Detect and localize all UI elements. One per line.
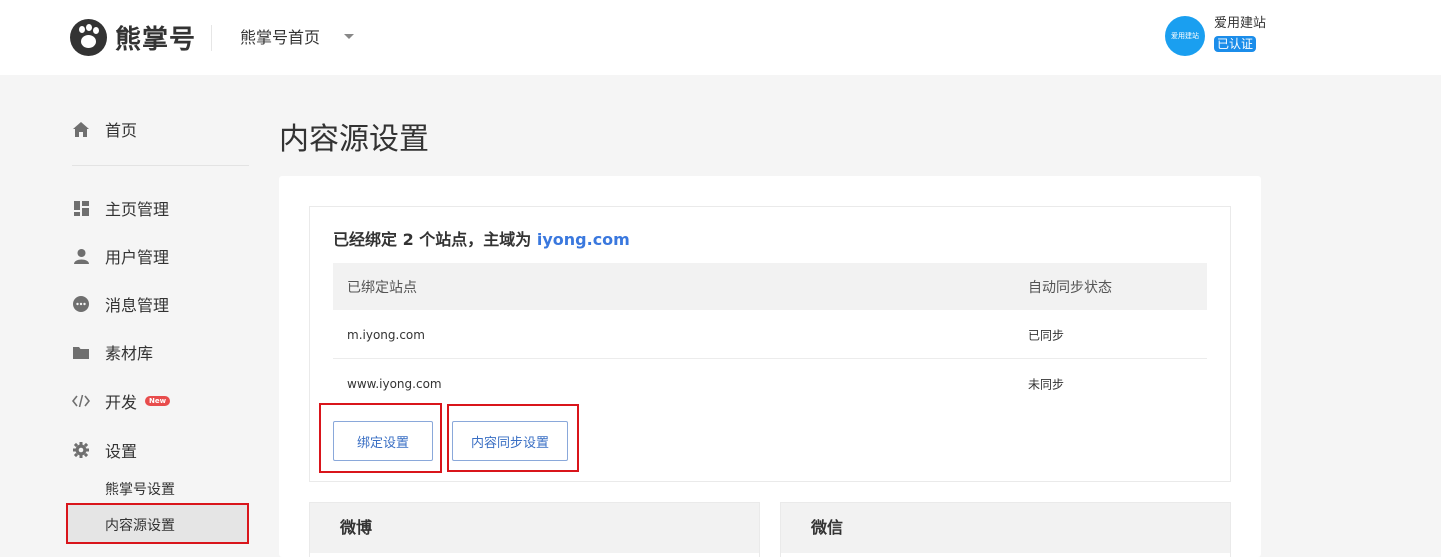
- table-header: 已绑定站点 自动同步状态: [333, 263, 1207, 310]
- highlight-box: [447, 404, 579, 472]
- logo[interactable]: 熊掌号: [70, 18, 196, 56]
- column-header-site: 已绑定站点: [347, 279, 417, 296]
- weibo-card-title: 微博: [310, 503, 759, 553]
- chevron-down-icon: [344, 33, 355, 39]
- user-profile[interactable]: 爱用建站 爱用建站 已认证: [1165, 16, 1266, 56]
- table-row: m.iyong.com 已同步: [333, 311, 1207, 359]
- chat-icon: [72, 295, 90, 313]
- highlight-box: [319, 403, 442, 473]
- paw-logo-icon: [70, 18, 107, 56]
- wechat-card: 微信: [780, 502, 1231, 557]
- sidebar-item-label: 用户管理: [105, 248, 170, 267]
- verified-badge: 已认证: [1214, 36, 1257, 52]
- folder-icon: [72, 343, 90, 361]
- sidebar-subitem-xiongzhang-settings[interactable]: 熊掌号设置: [105, 479, 175, 499]
- sync-status: 已同步: [1028, 328, 1065, 342]
- weibo-card: 微博: [309, 502, 760, 557]
- sidebar-item-messages[interactable]: 消息管理: [72, 292, 169, 316]
- gear-icon: [72, 441, 90, 459]
- sidebar-item-settings[interactable]: 设置: [72, 438, 137, 462]
- sidebar-item-develop[interactable]: 开发 New: [72, 389, 171, 413]
- sidebar-item-users[interactable]: 用户管理: [72, 244, 169, 268]
- table-row: www.iyong.com 未同步: [333, 360, 1207, 408]
- wechat-card-title: 微信: [781, 503, 1230, 553]
- page-title: 内容源设置: [279, 122, 429, 157]
- sidebar-item-homepage-manage[interactable]: 主页管理: [72, 196, 169, 220]
- sidebar-item-label: 素材库: [105, 344, 154, 363]
- sidebar-item-label: 消息管理: [105, 296, 170, 315]
- sidebar-item-label: 首页: [105, 121, 138, 140]
- header-divider: [211, 25, 212, 51]
- site-domain: www.iyong.com: [347, 377, 442, 391]
- sync-status: 未同步: [1028, 377, 1065, 392]
- sidebar-divider: [72, 165, 249, 166]
- code-icon: [72, 392, 90, 410]
- sidebar-item-label: 设置: [105, 442, 138, 461]
- logo-text: 熊掌号: [115, 24, 197, 55]
- user-icon: [72, 247, 90, 265]
- avatar[interactable]: 爱用建站: [1165, 16, 1205, 56]
- new-badge: New: [145, 396, 171, 406]
- home-icon: [72, 120, 90, 138]
- sidebar-item-materials[interactable]: 素材库: [72, 340, 153, 364]
- nav-dropdown-label: 熊掌号首页: [240, 28, 321, 47]
- dashboard-icon: [72, 199, 90, 217]
- sidebar-item-home[interactable]: 首页: [72, 117, 137, 141]
- column-header-sync-status: 自动同步状态: [1028, 279, 1112, 296]
- sidebar-item-label: 开发: [105, 393, 138, 412]
- site-domain: m.iyong.com: [347, 327, 425, 342]
- user-name: 爱用建站: [1214, 16, 1267, 31]
- main-domain-link[interactable]: iyong.com: [537, 230, 630, 249]
- nav-dropdown[interactable]: 熊掌号首页: [240, 24, 355, 48]
- top-header: 熊掌号 熊掌号首页 爱用建站 爱用建站 已认证: [0, 0, 1441, 75]
- sidebar-item-label: 主页管理: [105, 200, 170, 219]
- bind-summary: 已经绑定 2 个站点，主域为 iyong.com: [333, 230, 630, 249]
- highlight-box: [66, 503, 249, 544]
